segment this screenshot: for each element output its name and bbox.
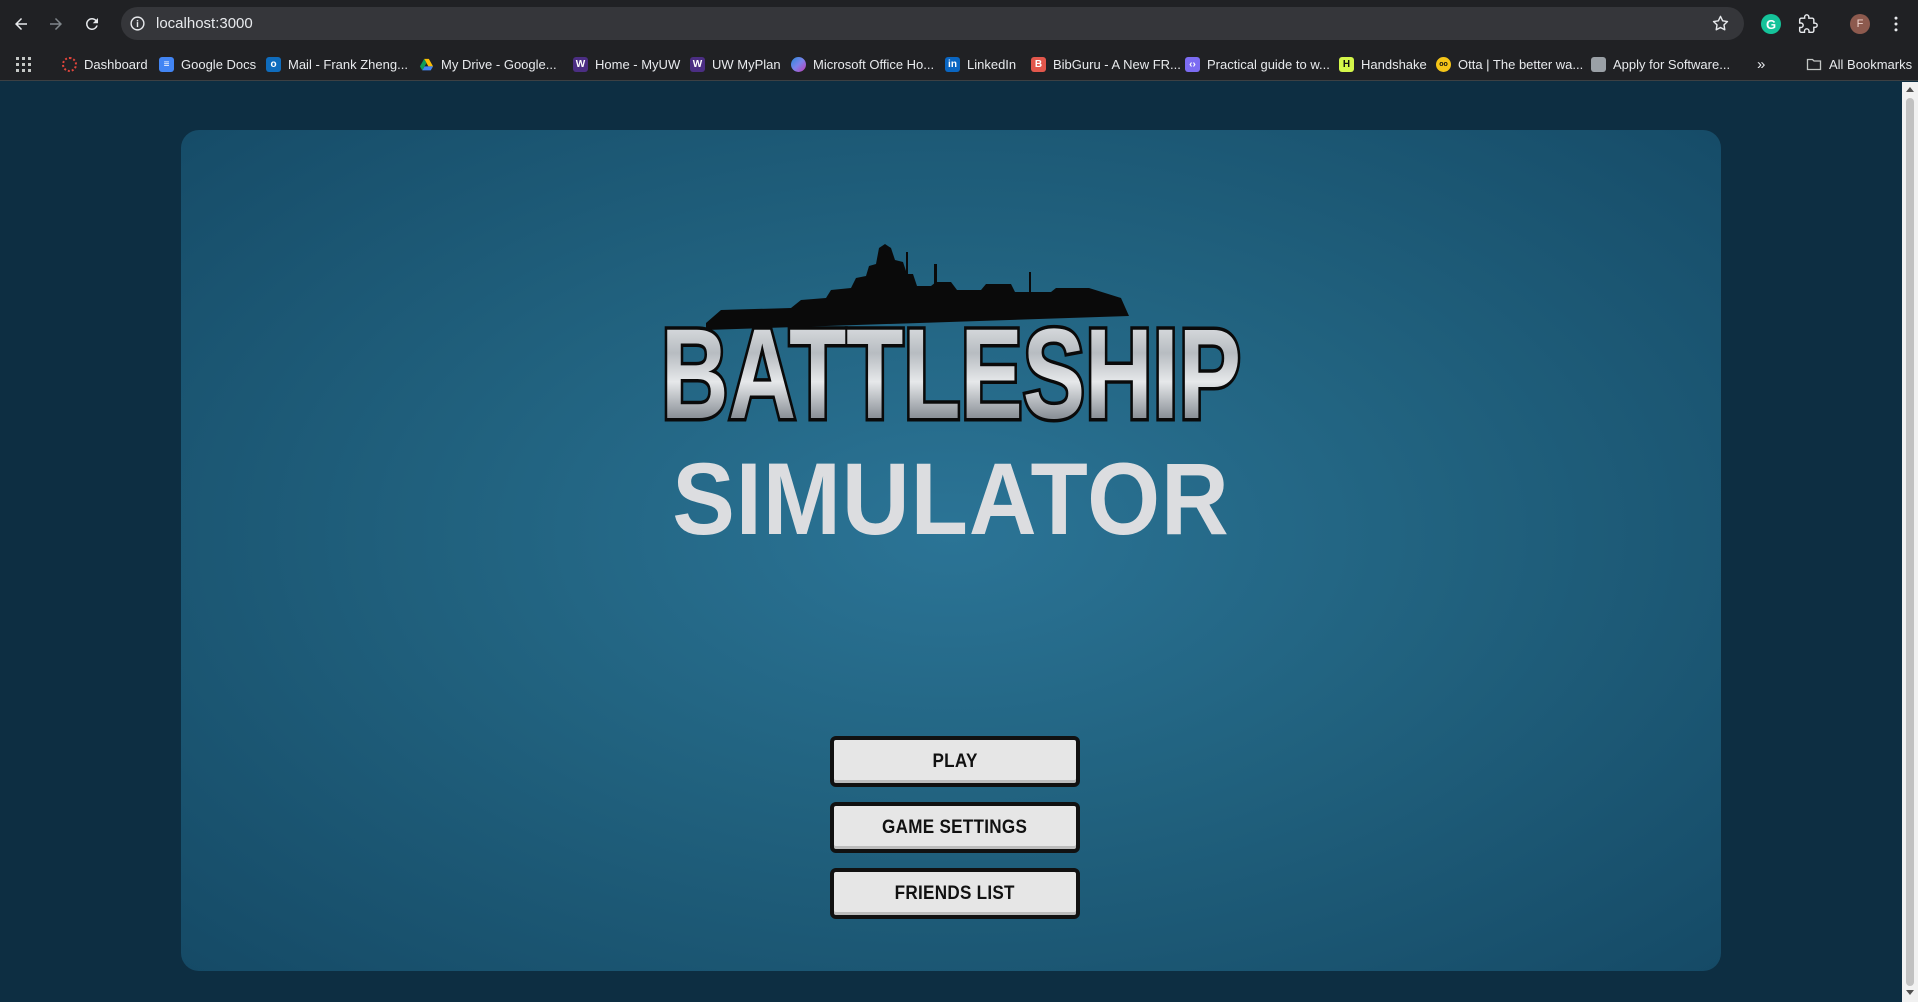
office-icon [791, 56, 806, 72]
friends-list-button-label: FRIENDS LIST [894, 882, 1016, 904]
bookmark-label: My Drive - Google... [441, 56, 557, 72]
bookmark-label: Otta | The better wa... [1458, 56, 1584, 72]
puzzle-icon [1798, 14, 1818, 34]
scroll-down-arrow-icon[interactable] [1906, 990, 1914, 995]
apps-grid-icon[interactable] [16, 57, 31, 72]
bookmark-label: Practical guide to w... [1207, 56, 1330, 72]
main-panel: BATTLESHIP SIMULATOR PLAY GAME SETTINGS … [181, 130, 1721, 971]
scrollbar-thumb[interactable] [1906, 98, 1914, 986]
google-drive-icon [419, 57, 434, 72]
scroll-up-arrow-icon[interactable] [1906, 87, 1914, 92]
bookmark-label: UW MyPlan [712, 56, 781, 72]
bookmark-star-icon[interactable] [1711, 14, 1730, 33]
site-info-icon[interactable] [129, 15, 146, 32]
bookmark-handshake[interactable]: H Handshake [1339, 47, 1427, 81]
grammarly-extension-button[interactable]: G [1759, 12, 1783, 36]
arrow-left-icon [15, 18, 27, 30]
bookmark-label: LinkedIn [967, 56, 1017, 72]
browser-toolbar: localhost:3000 G F [0, 0, 1918, 47]
bookmark-label: Home - MyUW [595, 56, 681, 72]
bookmark-label: Google Docs [181, 56, 257, 72]
linkedin-icon: in [945, 56, 960, 72]
all-bookmarks-label: All Bookmarks [1829, 56, 1913, 72]
avatar: F [1850, 14, 1870, 34]
game-settings-button[interactable]: GAME SETTINGS [830, 802, 1080, 853]
profile-button[interactable]: F [1848, 12, 1872, 36]
bookmark-label: Handshake [1361, 56, 1427, 72]
otta-icon: oo [1436, 56, 1451, 72]
browser-menu-button[interactable] [1884, 12, 1908, 36]
play-button-label: PLAY [932, 750, 978, 772]
page-icon [1591, 56, 1606, 72]
reload-icon [85, 17, 98, 30]
bookmark-google-docs[interactable]: ≡ Google Docs [159, 47, 256, 81]
forward-button[interactable] [44, 12, 68, 36]
reload-button[interactable] [80, 12, 104, 36]
outlook-icon: o [266, 56, 281, 72]
bookmarks-bar: Dashboard ≡ Google Docs o Mail - Frank Z… [0, 47, 1918, 81]
vertical-scrollbar[interactable] [1902, 82, 1918, 1002]
page-viewport: BATTLESHIP SIMULATOR PLAY GAME SETTINGS … [0, 82, 1902, 1002]
bookmark-my-drive[interactable]: My Drive - Google... [419, 47, 557, 81]
battleship-logo: BATTLESHIP [658, 244, 1245, 450]
bookmark-home-myuw[interactable]: W Home - MyUW [573, 47, 680, 81]
kebab-menu-icon [1894, 16, 1898, 32]
back-button[interactable] [9, 12, 33, 36]
bookmark-microsoft-office[interactable]: Microsoft Office Ho... [791, 47, 934, 81]
bookmarks-overflow-button[interactable]: » [1757, 47, 1765, 81]
bibguru-icon: B [1031, 56, 1046, 72]
bookmark-label: Mail - Frank Zheng... [288, 56, 408, 72]
uw-icon: W [573, 56, 588, 72]
bookmark-label: Apply for Software... [1613, 56, 1731, 72]
handshake-icon: H [1339, 56, 1354, 72]
bookmark-practical-guide[interactable]: ‹› Practical guide to w... [1185, 47, 1330, 81]
bookmark-uw-myplan[interactable]: W UW MyPlan [690, 47, 781, 81]
bookmark-label: Microsoft Office Ho... [813, 56, 935, 72]
address-bar[interactable]: localhost:3000 [121, 7, 1744, 40]
friends-list-button[interactable]: FRIENDS LIST [830, 868, 1080, 919]
bookmark-label: BibGuru - A New FR... [1053, 56, 1181, 72]
folder-icon [1806, 58, 1822, 71]
extensions-button[interactable] [1796, 12, 1820, 36]
grammarly-icon: G [1761, 14, 1781, 34]
google-docs-icon: ≡ [159, 56, 174, 72]
bookmark-label: Dashboard [84, 56, 148, 72]
url-text: localhost:3000 [156, 15, 253, 32]
all-bookmarks-button[interactable]: All Bookmarks [1806, 47, 1912, 81]
page-subtitle: SIMULATOR [672, 442, 1230, 556]
code-icon: ‹› [1185, 56, 1200, 72]
play-button[interactable]: PLAY [830, 736, 1080, 787]
bookmark-apply-software[interactable]: Apply for Software... [1591, 47, 1730, 81]
arrow-right-icon [50, 18, 62, 30]
bookmark-bibguru[interactable]: B BibGuru - A New FR... [1031, 47, 1181, 81]
chevron-double-right-icon: » [1757, 55, 1766, 73]
bookmark-dashboard[interactable]: Dashboard [62, 47, 148, 81]
bookmark-linkedin[interactable]: in LinkedIn [945, 47, 1016, 81]
dashboard-icon [62, 56, 77, 72]
game-settings-button-label: GAME SETTINGS [882, 816, 1028, 838]
logo-text: BATTLESHIP [661, 303, 1241, 446]
bookmark-otta[interactable]: oo Otta | The better wa... [1436, 47, 1583, 81]
bookmark-mail[interactable]: o Mail - Frank Zheng... [266, 47, 408, 81]
uw-icon: W [690, 56, 705, 72]
